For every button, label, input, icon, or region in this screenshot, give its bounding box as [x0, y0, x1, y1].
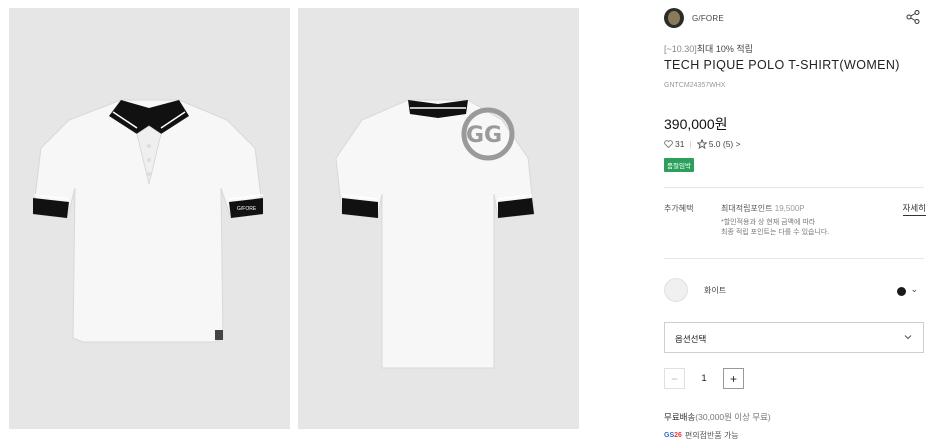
product-code: GNTCM24357WHX: [664, 82, 726, 89]
gs25-logo-icon: GS26: [664, 432, 682, 439]
polo-back-illustration: GG: [335, 99, 535, 369]
benefit-note: *할인적용과 상 현재 금액에 따라 최종 적립 포인트는 다를 수 있습니다.: [721, 218, 829, 238]
divider: [664, 258, 924, 259]
option-select-label: 옵션선택: [675, 334, 707, 344]
benefit-label: 추가혜택: [664, 204, 694, 213]
brand-name: G/FORE: [692, 13, 724, 23]
option-select[interactable]: 옵션선택: [664, 322, 924, 353]
product-price: 390,000원: [664, 116, 728, 132]
color-name: 화이트: [704, 286, 727, 295]
color-swatch-white[interactable]: [664, 278, 688, 302]
benefit-note-line: *할인적용과 상 현재 금액에 따라: [721, 219, 816, 226]
benefit-detail-link[interactable]: 자세히: [902, 202, 926, 216]
product-info: G/FORE [~10.30]최대 10% 적립 TECH PIQUE POLO…: [664, 0, 926, 445]
quantity-stepper: − 1 +: [664, 368, 744, 389]
star-icon: [696, 139, 707, 149]
divider: [664, 187, 924, 188]
product-image-front[interactable]: G/FORE: [9, 8, 290, 429]
svg-text:GG: GG: [466, 123, 502, 148]
points-label: 최대적립포인트: [721, 204, 773, 213]
chevron-down-icon[interactable]: ⌄: [910, 284, 918, 295]
polo-front-illustration: G/FORE: [32, 99, 264, 343]
promo-date: [~10.30]: [664, 44, 697, 54]
shipping-info: 무료배송(30,000원 이상 무료): [664, 411, 771, 423]
quantity-decrease-button[interactable]: −: [664, 368, 685, 389]
shipping-detail: (30,000원 이상 무료): [695, 412, 771, 422]
product-stats: 31 | 5.0 (5) >: [664, 139, 741, 149]
stats-divider: |: [689, 139, 692, 149]
gs-return-text: 편의점반품 가능: [684, 431, 739, 440]
product-title: TECH PIQUE POLO T-SHIRT(WOMEN): [664, 58, 900, 72]
status-badge: 품절임박: [664, 158, 694, 172]
heart-icon[interactable]: [664, 140, 673, 148]
color-option-row[interactable]: 화이트 ⌄: [664, 278, 926, 304]
share-icon[interactable]: [906, 10, 920, 24]
svg-text:G/FORE: G/FORE: [237, 206, 257, 212]
product-image-back[interactable]: GG: [298, 8, 579, 429]
benefit-note-line: 최종 적립 포인트는 다를 수 있습니다.: [721, 229, 830, 236]
points-value: 19,500P: [774, 204, 805, 213]
benefit-points: 최대적립포인트 19,500P: [721, 203, 805, 214]
gs-return-info: GS26 편의점반품 가능: [664, 430, 739, 441]
promo-label: 최대 10% 적립: [696, 44, 753, 54]
rating-link[interactable]: 5.0 (5) >: [709, 139, 741, 149]
quantity-increase-button[interactable]: +: [723, 368, 744, 389]
brand-link[interactable]: G/FORE: [664, 8, 724, 28]
like-count: 31: [675, 139, 685, 149]
product-page: G/FORE GG G/FORE [~10.30]최대 10% 적립 TECH …: [0, 0, 935, 445]
selected-color-dot: [897, 287, 906, 296]
brand-logo-icon: [664, 8, 684, 28]
shipping-label: 무료배송: [664, 412, 696, 422]
chevron-down-icon: [904, 335, 912, 340]
quantity-value[interactable]: 1: [685, 373, 723, 384]
promo-text: [~10.30]최대 10% 적립: [664, 42, 753, 55]
